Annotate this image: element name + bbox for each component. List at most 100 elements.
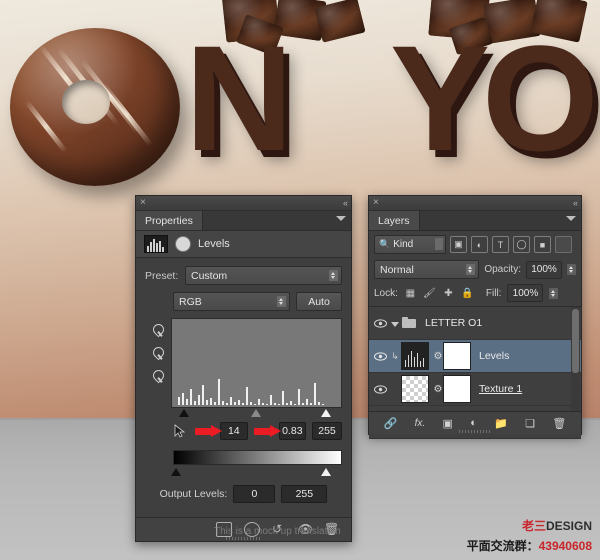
- fill-field[interactable]: 100%: [507, 284, 543, 302]
- blend-mode-row[interactable]: Normal Opacity: 100%: [369, 258, 581, 282]
- chevron-down-icon[interactable]: [391, 322, 399, 327]
- panel-resize-grip[interactable]: [459, 430, 491, 433]
- filter-pixel-icon[interactable]: ▣: [450, 236, 467, 253]
- channel-value: RGB: [179, 296, 202, 308]
- channel-select[interactable]: RGB: [173, 292, 290, 311]
- histogram-display[interactable]: [171, 318, 342, 408]
- panel-menu-icon[interactable]: [336, 216, 346, 221]
- chevron-down-icon[interactable]: [435, 238, 443, 250]
- tab-layers[interactable]: Layers: [369, 211, 420, 230]
- table-row[interactable]: LETTER O1: [369, 307, 581, 340]
- filter-smart-object-icon[interactable]: ■: [534, 236, 551, 253]
- output-white-handle[interactable]: [321, 468, 331, 476]
- input-black-handle[interactable]: [179, 409, 189, 417]
- lock-position-icon[interactable]: ✚: [442, 287, 455, 300]
- new-layer-icon[interactable]: ❏: [525, 417, 535, 430]
- preset-select[interactable]: Custom: [185, 266, 342, 285]
- eye-icon[interactable]: [371, 319, 389, 328]
- input-levels-slider[interactable]: [173, 408, 342, 420]
- lock-image-pixels-icon[interactable]: 🖌: [423, 287, 436, 300]
- layer-filter-row[interactable]: 🔍 Kind ▣ ◐ T ◯ ■: [369, 231, 581, 258]
- filter-type-icon[interactable]: T: [492, 236, 509, 253]
- add-mask-icon[interactable]: ▣: [443, 417, 453, 430]
- opacity-field[interactable]: 100%: [526, 261, 562, 279]
- output-levels-ramp[interactable]: [173, 450, 342, 465]
- layer-name[interactable]: Texture 1: [479, 383, 522, 395]
- output-levels-label: Output Levels:: [160, 488, 228, 500]
- auto-button[interactable]: Auto: [296, 292, 342, 311]
- layer-thumbnail[interactable]: [401, 375, 429, 403]
- eyedropper-gray-icon[interactable]: [152, 347, 165, 361]
- eyedropper-white-icon[interactable]: [152, 370, 165, 384]
- opacity-stepper[interactable]: [567, 264, 576, 275]
- input-black-field[interactable]: 14: [220, 422, 247, 440]
- poster-letter-n: N: [185, 23, 287, 173]
- panel-resize-grip[interactable]: [226, 537, 262, 540]
- output-black-handle[interactable]: [171, 468, 181, 476]
- poster-letter-y: Y: [390, 23, 490, 173]
- layers-scrollbar-thumb[interactable]: [572, 309, 579, 373]
- clipping-mask-icon: ↳: [389, 351, 401, 362]
- collapse-icon[interactable]: «: [573, 198, 577, 208]
- layer-name[interactable]: LETTER O1: [425, 317, 482, 329]
- properties-body: Preset: Custom RGB Auto: [136, 258, 351, 503]
- close-icon[interactable]: ×: [373, 198, 379, 208]
- qq-label: 平面交流群：: [467, 539, 539, 553]
- donut-stripe: [24, 100, 67, 154]
- table-row[interactable]: ⚙ Texture 1: [369, 373, 581, 406]
- filter-adjustment-icon[interactable]: ◐: [471, 236, 488, 253]
- annotation-arrow-red: [195, 425, 214, 438]
- filter-kind-value: Kind: [393, 239, 413, 250]
- chevron-down-icon[interactable]: [277, 296, 286, 307]
- properties-tabstrip[interactable]: Properties: [136, 211, 351, 231]
- fill-label: Fill:: [486, 288, 502, 299]
- input-white-handle[interactable]: [321, 409, 331, 417]
- output-black-field[interactable]: 0: [233, 485, 275, 503]
- layers-titlebar[interactable]: × «: [369, 196, 581, 211]
- channel-row: RGB Auto: [173, 292, 342, 311]
- layer-name[interactable]: Levels: [479, 350, 509, 362]
- input-white-field[interactable]: 255: [312, 422, 342, 440]
- link-layers-icon[interactable]: 🔗: [384, 417, 398, 430]
- eyedropper-black-icon[interactable]: [152, 324, 165, 338]
- filter-kind-select[interactable]: 🔍 Kind: [374, 235, 446, 254]
- input-gamma-handle[interactable]: [251, 409, 261, 417]
- layer-mask-thumbnail[interactable]: [443, 375, 471, 403]
- properties-panel[interactable]: × « Properties Levels Preset: Custom RGB: [135, 195, 352, 542]
- chevron-down-icon[interactable]: [466, 264, 475, 275]
- layer-mask-thumbnail[interactable]: [443, 342, 471, 370]
- close-icon[interactable]: ×: [140, 198, 146, 208]
- eye-icon[interactable]: [371, 352, 389, 361]
- layers-panel[interactable]: × « Layers 🔍 Kind ▣ ◐ T ◯ ■ Normal Opaci…: [368, 195, 582, 435]
- chevron-down-icon[interactable]: [329, 270, 338, 281]
- lock-all-icon[interactable]: 🔒: [461, 287, 474, 300]
- filter-shape-icon[interactable]: ◯: [513, 236, 530, 253]
- page-title: Levels: [198, 238, 230, 250]
- blend-mode-select[interactable]: Normal: [374, 260, 479, 279]
- brand-red-text: 老三: [522, 519, 546, 533]
- eyedropper-group[interactable]: [145, 318, 171, 408]
- fx-icon[interactable]: fx.: [415, 418, 426, 429]
- layers-tabstrip[interactable]: Layers: [369, 211, 581, 231]
- output-levels-slider[interactable]: [173, 471, 342, 481]
- new-adjustment-icon[interactable]: ◐: [470, 417, 477, 429]
- input-gamma-field[interactable]: 0.83: [279, 422, 306, 440]
- eye-icon[interactable]: [371, 385, 389, 394]
- lock-row[interactable]: Lock: ▦ 🖌 ✚ 🔒 Fill: 100%: [369, 282, 581, 307]
- filter-toggle-switch[interactable]: [555, 236, 572, 253]
- table-row[interactable]: ↳ ⚙ Levels: [369, 340, 581, 373]
- levels-thumbnail[interactable]: [401, 342, 429, 370]
- delete-layer-icon[interactable]: 🗑: [552, 417, 566, 430]
- properties-titlebar[interactable]: × «: [136, 196, 351, 211]
- link-icon[interactable]: ⚙: [433, 351, 443, 362]
- tab-properties[interactable]: Properties: [136, 211, 203, 230]
- fill-stepper[interactable]: [549, 288, 558, 299]
- folder-icon: [402, 317, 417, 329]
- preset-label: Preset:: [145, 270, 185, 282]
- lock-transparent-pixels-icon[interactable]: ▦: [404, 287, 417, 300]
- panel-menu-icon[interactable]: [566, 216, 576, 221]
- new-group-icon[interactable]: 📁: [494, 417, 508, 430]
- collapse-icon[interactable]: «: [343, 198, 347, 208]
- output-white-field[interactable]: 255: [281, 485, 327, 503]
- link-icon[interactable]: ⚙: [433, 384, 443, 395]
